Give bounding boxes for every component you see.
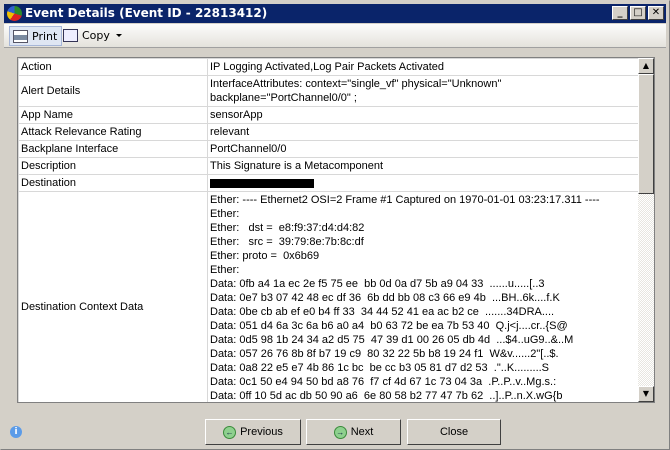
minimize-button[interactable]: _ <box>612 6 628 20</box>
context-line: Ether: proto = 0x6b69 <box>210 250 320 262</box>
copy-icon <box>63 29 78 42</box>
details-grid: Action IP Logging Activated,Log Pair Pack… <box>17 57 655 403</box>
vertical-scrollbar[interactable]: ▲ ▼ <box>638 58 654 402</box>
row-label: Action <box>18 58 208 76</box>
close-window-button[interactable]: ✕ <box>648 6 664 20</box>
next-button[interactable]: → Next <box>306 419 401 445</box>
row-value: relevant <box>207 123 639 141</box>
scroll-thumb[interactable] <box>638 74 654 194</box>
context-line: Ether: ---- Ethernet2 OSI=2 Frame #1 Cap… <box>210 194 600 206</box>
table-row: Backplane Interface PortChannel0/0 <box>18 140 639 158</box>
table-row: Attack Relevance Rating relevant <box>18 123 639 141</box>
row-label: Destination <box>18 174 208 192</box>
row-value: This Signature is a Metacomponent <box>207 157 639 175</box>
context-line: Data: 0a8 22 e5 e7 4b 86 1c bc be cc b3 … <box>210 362 550 374</box>
info-icon[interactable]: i <box>10 426 22 438</box>
previous-label: Previous <box>240 426 283 438</box>
context-line: Ether: src = 39:79:8e:7b:8c:df <box>210 236 364 248</box>
row-label: Attack Relevance Rating <box>18 123 208 141</box>
print-label: Print <box>32 30 58 43</box>
row-value <box>207 174 639 192</box>
window-title: Event Details (Event ID - 22813412) <box>25 6 268 20</box>
row-value: PortChannel0/0 <box>207 140 639 158</box>
row-label: Description <box>18 157 208 175</box>
table-row: App Name sensorApp <box>18 106 639 124</box>
context-line: Data: 0be cb ab ef e0 b4 ff 33 34 44 52 … <box>210 306 555 318</box>
redacted-value <box>210 178 314 188</box>
table-row: Description This Signature is a Metacompo… <box>18 157 639 175</box>
copy-label: Copy <box>82 29 110 42</box>
context-line: Ether: <box>210 264 240 276</box>
row-label: Alert Details <box>18 75 208 107</box>
maximize-button[interactable]: □ <box>630 6 646 20</box>
app-icon <box>7 6 22 21</box>
previous-button[interactable]: ← Previous <box>205 419 301 445</box>
scroll-up-arrow-icon[interactable]: ▲ <box>638 58 654 74</box>
copy-button[interactable]: Copy <box>60 26 114 46</box>
context-line: Data: 0fb a4 1a ec 2e f5 75 ee bb 0d 0a … <box>210 278 545 290</box>
arrow-right-icon: → <box>333 425 347 439</box>
value-line: backplane="PortChannel0/0" ; <box>210 92 357 104</box>
row-label: Destination Context Data <box>18 191 208 402</box>
toolbar: Print Copy <box>4 24 666 48</box>
context-line: Ether: dst = e8:f9:37:d4:d4:82 <box>210 222 365 234</box>
context-line: Data: 051 d4 6a 3c 6a b6 a0 a4 b0 63 72 … <box>210 320 568 332</box>
print-button[interactable]: Print <box>9 26 63 46</box>
row-value: IP Logging Activated,Log Pair Packets Ac… <box>207 58 639 76</box>
close-button[interactable]: Close <box>407 419 501 445</box>
row-label: Backplane Interface <box>18 140 208 158</box>
close-label: Close <box>439 426 469 438</box>
context-data: Ether: ---- Ethernet2 OSI=2 Frame #1 Cap… <box>207 191 639 402</box>
scroll-down-arrow-icon[interactable]: ▼ <box>638 386 654 402</box>
copy-dropdown-chevron-icon[interactable] <box>116 34 122 37</box>
table-row: Action IP Logging Activated,Log Pair Pack… <box>18 58 639 76</box>
event-details-window: Event Details (Event ID - 22813412) _ □ … <box>0 0 670 450</box>
printer-icon <box>13 30 28 43</box>
table-row: Destination Context Data Ether: ---- Ethe… <box>18 191 639 402</box>
row-label: App Name <box>18 106 208 124</box>
arrow-left-icon: ← <box>223 425 237 439</box>
context-line: Data: 057 26 76 8b 8f b7 19 c9 80 32 22 … <box>210 348 559 360</box>
context-line: Data: 0ff 10 5d ac db 50 90 a6 6e 80 58 … <box>210 390 563 402</box>
context-line: Ether: <box>210 208 240 220</box>
context-line: Data: 0d5 98 1b 24 34 a2 d5 75 47 39 d1 … <box>210 334 574 346</box>
title-bar: Event Details (Event ID - 22813412) _ □ … <box>4 4 666 23</box>
next-label: Next <box>350 426 374 438</box>
table-row: Alert Details InterfaceAttributes: contex… <box>18 75 639 107</box>
context-line: Data: 0c1 50 e4 94 50 bd a8 76 f7 cf 4d … <box>210 376 557 388</box>
value-line: InterfaceAttributes: context="single_vf"… <box>210 78 502 90</box>
row-value: InterfaceAttributes: context="single_vf"… <box>207 75 639 107</box>
context-line: Data: 0e7 b3 07 42 48 ec df 36 6b dd bb … <box>210 292 560 304</box>
row-value: sensorApp <box>207 106 639 124</box>
table-row: Destination <box>18 174 639 192</box>
